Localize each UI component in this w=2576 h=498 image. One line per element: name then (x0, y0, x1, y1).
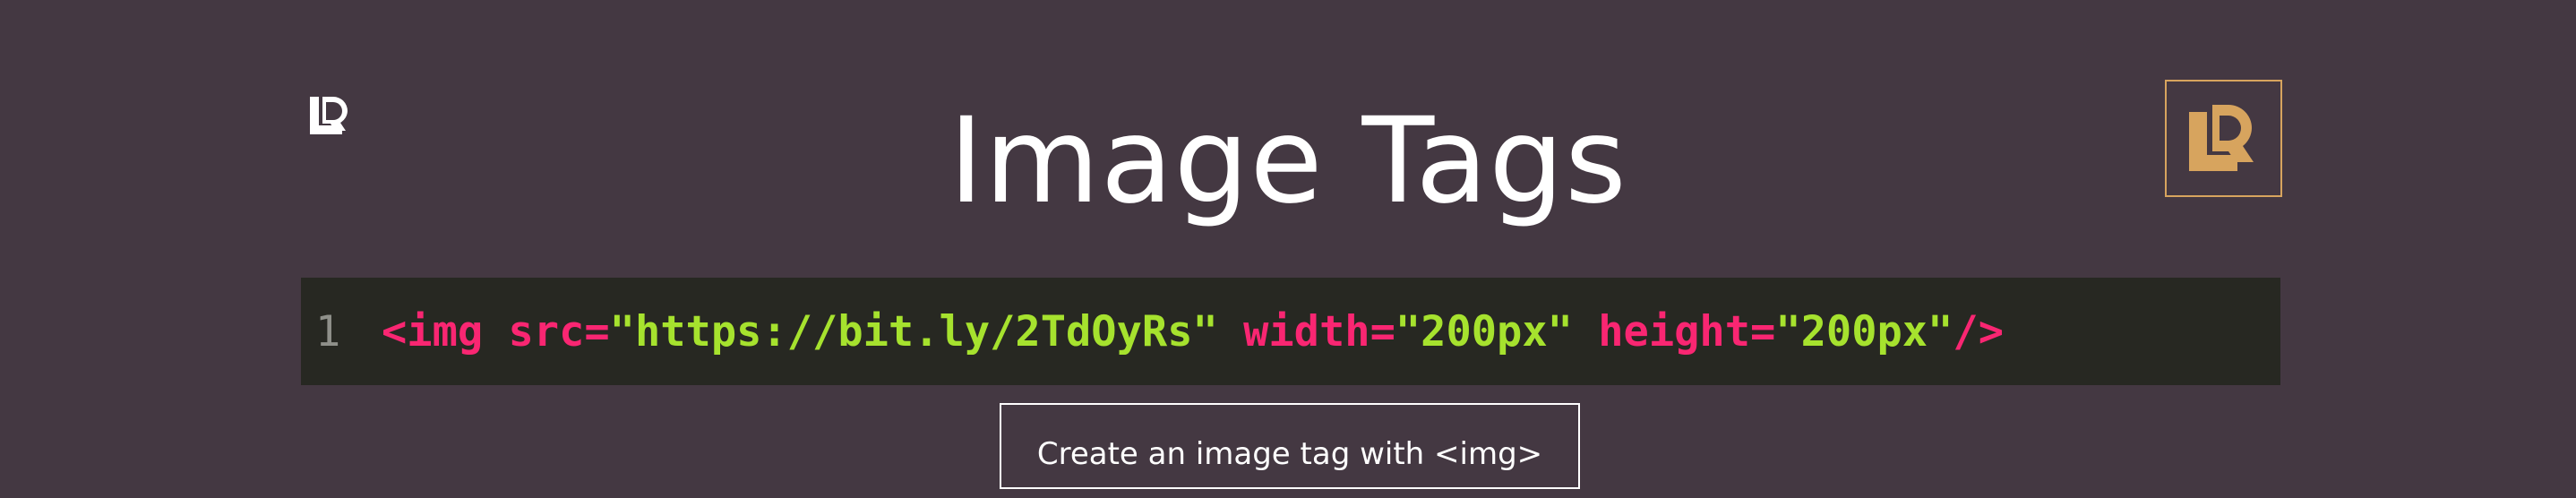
code-token-tag-open: <img (382, 306, 484, 356)
logo-frame (2165, 80, 2282, 197)
code-token-width-attr: width (1243, 306, 1370, 356)
line-number: 1 (315, 306, 341, 356)
step-caption-label: Create an image tag with <img> (1036, 436, 1543, 472)
code-token-src-value: "https://bit.ly/2TdOyRs" (609, 306, 1218, 356)
code-token-equals: = (1750, 306, 1776, 356)
code-token-height-value: "200px" (1775, 306, 1953, 356)
code-token-width-value: "200px" (1395, 306, 1573, 356)
slide: Image Tags 1 <img src = "https://bit.ly/2Td… (0, 0, 2576, 498)
code-editor: 1 <img src = "https://bit.ly/2TdOyRs" width… (301, 278, 2280, 385)
code-token-equals: = (1370, 306, 1395, 356)
code-token-tag-close: /> (1953, 306, 2004, 356)
step-caption: Create an image tag with <img> (1000, 403, 1580, 489)
code-token-equals: = (584, 306, 610, 356)
codecademy-logo-icon (2188, 104, 2254, 171)
code-token-height-attr: height (1598, 306, 1751, 356)
code-token-src-attr: src (508, 306, 585, 356)
